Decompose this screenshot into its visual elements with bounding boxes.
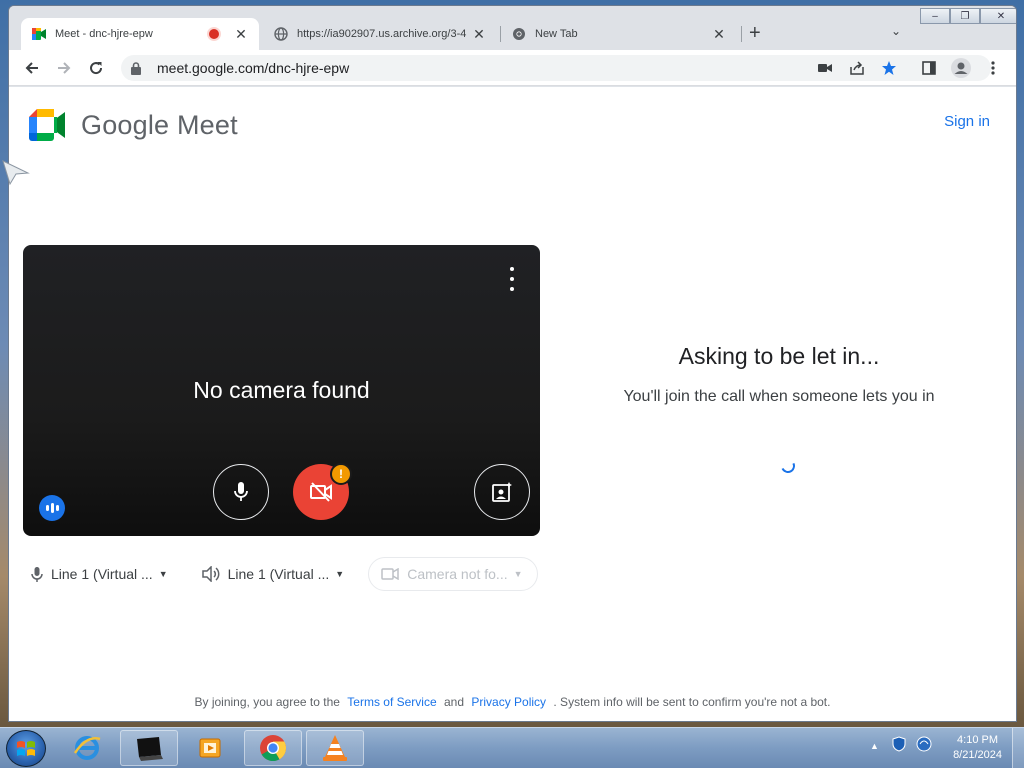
speaker-selector[interactable]: Line 1 (Virtual ... ▼	[201, 566, 345, 582]
recording-indicator-icon	[207, 27, 221, 41]
camera-selector[interactable]: Camera not fo... ▼	[368, 557, 538, 591]
microphone-selector[interactable]: Line 1 (Virtual ... ▼	[31, 566, 168, 583]
reload-button[interactable]	[84, 56, 108, 80]
meet-logo-icon	[29, 109, 65, 141]
camera-off-icon	[310, 482, 332, 502]
camera-blocked-icon[interactable]	[813, 56, 837, 80]
camera-icon	[381, 568, 399, 580]
url-text: meet.google.com/dnc-hjre-epw	[157, 60, 350, 76]
audio-level-indicator-icon	[39, 495, 65, 521]
tab-close-icon[interactable]: ✕	[711, 26, 727, 43]
chrome-taskbar-item[interactable]	[244, 730, 302, 766]
lock-icon	[131, 61, 149, 75]
device-selectors: Line 1 (Virtual ... ▼ Line 1 (Virtual ..…	[31, 557, 572, 591]
camera-selector-label: Camera not fo...	[407, 566, 508, 582]
chrome-icon	[260, 735, 287, 762]
vlc-taskbar-item[interactable]	[306, 730, 364, 766]
video-preview: No camera found !	[23, 245, 540, 536]
camera-warning-badge: !	[330, 463, 352, 485]
terminal-taskbar-item[interactable]	[120, 730, 178, 766]
google-meet-logo: Google Meet	[29, 109, 238, 141]
media-player-taskbar-item[interactable]	[182, 730, 240, 766]
speaker-selector-label: Line 1 (Virtual ...	[227, 566, 330, 582]
back-button[interactable]	[20, 56, 44, 80]
footer-and: and	[443, 695, 465, 709]
bookmark-star-icon[interactable]	[877, 56, 901, 80]
asking-title: Asking to be let in...	[678, 343, 880, 369]
internet-explorer-taskbar-item[interactable]	[58, 730, 116, 766]
meet-favicon-icon	[31, 26, 47, 42]
loading-spinner-icon	[779, 457, 797, 475]
tab-archive-title: https://ia902907.us.archive.org/3-4	[297, 28, 467, 40]
menu-kebab-icon[interactable]	[981, 56, 1005, 80]
security-shield-icon[interactable]	[892, 736, 906, 755]
network-icon[interactable]	[916, 736, 932, 755]
tab-newtab-title: New Tab	[535, 28, 578, 40]
show-desktop-button[interactable]	[1012, 728, 1024, 768]
terminal-icon	[137, 737, 163, 761]
side-panel-icon[interactable]	[917, 56, 941, 80]
system-clock[interactable]: 4:10 PM 8/21/2024	[953, 733, 1002, 763]
browser-window: Meet - dnc-hjre-epw ✕ https://ia902907.u…	[8, 5, 1017, 722]
vlc-cone-icon	[323, 735, 347, 761]
dropdown-caret-icon: ▼	[335, 569, 345, 579]
sign-in-link[interactable]: Sign in	[944, 113, 990, 130]
tab-archive[interactable]: https://ia902907.us.archive.org/3-4 ✕	[263, 18, 497, 50]
tab-separator	[741, 26, 742, 42]
window-close-button[interactable]: ✕	[980, 8, 1016, 24]
globe-icon	[273, 26, 289, 42]
speaker-icon	[201, 566, 220, 582]
meet-page: Google Meet Sign in No camera found ! Li…	[9, 87, 1016, 721]
window-controls: – ❐ ✕	[920, 8, 1016, 24]
chrome-icon	[511, 26, 527, 42]
mouse-cursor-icon	[2, 160, 30, 186]
tab-search-button[interactable]: ⌄	[891, 24, 901, 38]
start-button[interactable]	[6, 730, 46, 767]
media-player-icon	[199, 738, 221, 758]
forward-button[interactable]	[52, 56, 76, 80]
browser-toolbar: meet.google.com/dnc-hjre-epw	[9, 50, 1016, 86]
brand-name: Google Meet	[81, 109, 238, 140]
visual-effects-icon	[492, 482, 512, 502]
restore-button[interactable]: ❐	[950, 8, 980, 24]
profile-avatar-icon[interactable]	[949, 56, 973, 80]
tab-close-icon[interactable]: ✕	[233, 26, 249, 43]
tab-meet-title: Meet - dnc-hjre-epw	[55, 28, 153, 40]
share-icon[interactable]	[845, 56, 869, 80]
microphone-icon	[234, 482, 248, 501]
terms-footer: By joining, you agree to the Terms of Se…	[9, 695, 1016, 709]
dropdown-caret-icon: ▼	[158, 569, 168, 579]
clock-time: 4:10 PM	[957, 734, 999, 746]
dropdown-caret-icon: ▼	[513, 569, 523, 579]
tab-close-icon[interactable]: ✕	[471, 26, 487, 43]
asking-subtitle: You'll join the call when someone lets y…	[623, 388, 935, 405]
clock-date: 8/21/2024	[953, 749, 1002, 761]
tab-newtab[interactable]: New Tab ✕	[501, 18, 737, 50]
more-options-icon[interactable]	[504, 267, 520, 291]
microphone-icon	[31, 566, 43, 583]
footer-suffix: . System info will be sent to confirm yo…	[553, 695, 831, 709]
privacy-policy-link[interactable]: Privacy Policy	[471, 695, 546, 709]
windows-logo-icon	[17, 740, 35, 756]
tray-overflow-button[interactable]: ▲	[870, 741, 879, 751]
tab-meet[interactable]: Meet - dnc-hjre-epw ✕	[21, 18, 259, 50]
internet-explorer-icon	[73, 736, 101, 760]
terms-of-service-link[interactable]: Terms of Service	[347, 695, 436, 709]
tab-strip: Meet - dnc-hjre-epw ✕ https://ia902907.u…	[9, 6, 1016, 50]
microphone-selector-label: Line 1 (Virtual ...	[51, 566, 153, 582]
windows-taskbar: ▲ 4:10 PM 8/21/2024	[0, 727, 1024, 768]
minimize-button[interactable]: –	[920, 8, 950, 24]
microphone-button[interactable]	[213, 464, 269, 520]
no-camera-message: No camera found	[193, 377, 370, 403]
new-tab-button[interactable]: +	[749, 23, 761, 43]
footer-prefix: By joining, you agree to the	[194, 695, 340, 709]
visual-effects-button[interactable]	[474, 464, 530, 520]
